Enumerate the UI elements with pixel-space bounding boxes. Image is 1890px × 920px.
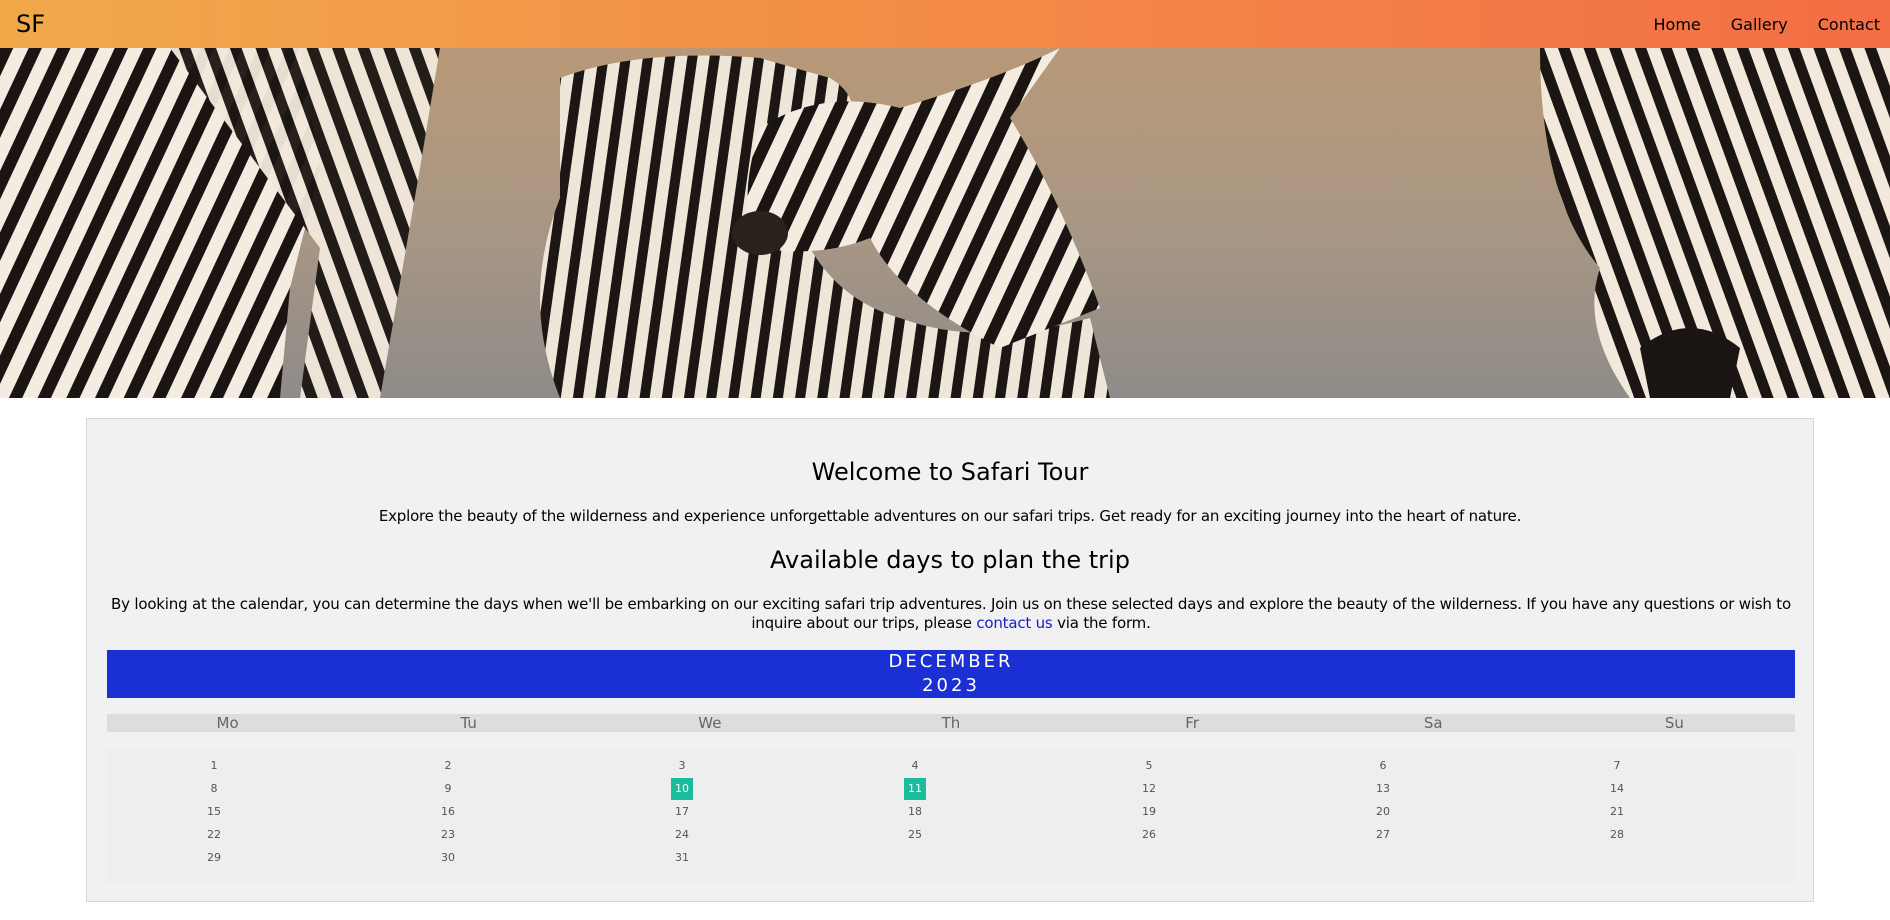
weekday-th: Th bbox=[941, 714, 961, 732]
calendar-day[interactable]: 2 bbox=[437, 755, 459, 777]
paragraph-text-before: By looking at the calendar, you can dete… bbox=[111, 595, 1791, 632]
calendar-year: 2023 bbox=[922, 675, 980, 696]
calendar-day[interactable]: 7 bbox=[1606, 755, 1628, 777]
main-nav: Home Gallery Contact bbox=[1624, 0, 1880, 48]
calendar-day[interactable]: 26 bbox=[1138, 824, 1160, 846]
calendar-day[interactable]: 13 bbox=[1372, 778, 1394, 800]
calendar-month: DECEMBER bbox=[888, 651, 1014, 672]
calendar-day[interactable]: 5 bbox=[1138, 755, 1160, 777]
weekday-mo: Mo bbox=[216, 714, 239, 732]
calendar-day[interactable]: 27 bbox=[1372, 824, 1394, 846]
calendar-day[interactable]: 18 bbox=[904, 801, 926, 823]
calendar-day[interactable]: 14 bbox=[1606, 778, 1628, 800]
calendar-day[interactable]: 23 bbox=[437, 824, 459, 846]
calendar-day[interactable]: 17 bbox=[671, 801, 693, 823]
hero-image bbox=[0, 48, 1890, 398]
calendar-month-header: DECEMBER 2023 bbox=[107, 650, 1795, 698]
calendar-day[interactable]: 1 bbox=[203, 755, 225, 777]
available-days-heading: Available days to plan the trip bbox=[770, 546, 1130, 574]
calendar-day[interactable]: 6 bbox=[1372, 755, 1394, 777]
calendar-day[interactable]: 28 bbox=[1606, 824, 1628, 846]
nav-link-home[interactable]: Home bbox=[1654, 15, 1701, 34]
calendar-day[interactable]: 31 bbox=[671, 847, 693, 869]
welcome-heading: Welcome to Safari Tour bbox=[811, 458, 1089, 486]
calendar-day[interactable]: 15 bbox=[203, 801, 225, 823]
calendar-day[interactable]: 4 bbox=[904, 755, 926, 777]
calendar-day[interactable]: 30 bbox=[437, 847, 459, 869]
calendar-day[interactable]: 8 bbox=[203, 778, 225, 800]
calendar-day[interactable]: 24 bbox=[671, 824, 693, 846]
calendar-day[interactable]: 9 bbox=[437, 778, 459, 800]
weekday-sa: Sa bbox=[1423, 714, 1443, 732]
calendar-day-active[interactable]: 10 bbox=[671, 778, 693, 800]
calendar-day[interactable]: 22 bbox=[203, 824, 225, 846]
weekday-fr: Fr bbox=[1185, 714, 1199, 732]
calendar-day[interactable]: 29 bbox=[203, 847, 225, 869]
calendar-day[interactable]: 19 bbox=[1138, 801, 1160, 823]
nav-link-gallery[interactable]: Gallery bbox=[1731, 15, 1788, 34]
calendar-day[interactable]: 12 bbox=[1138, 778, 1160, 800]
zebras-illustration bbox=[0, 48, 1890, 398]
available-days-paragraph: By looking at the calendar, you can dete… bbox=[107, 595, 1795, 633]
weekday-we: We bbox=[698, 714, 722, 732]
site-logo[interactable]: SF bbox=[16, 10, 45, 38]
content-card: Welcome to Safari Tour Explore the beaut… bbox=[86, 418, 1814, 902]
calendar-day[interactable]: 16 bbox=[437, 801, 459, 823]
calendar-days-grid: 1 2 3 4 5 6 7 8 9 10 11 12 13 14 15 16 17 18 19 20 21 22 23 24 2… bbox=[107, 749, 1795, 883]
calendar-day[interactable]: 20 bbox=[1372, 801, 1394, 823]
calendar-day[interactable]: 3 bbox=[671, 755, 693, 777]
calendar-day[interactable]: 21 bbox=[1606, 801, 1628, 823]
nav-link-contact[interactable]: Contact bbox=[1818, 15, 1880, 34]
calendar-day-active[interactable]: 11 bbox=[904, 778, 926, 800]
calendar-day[interactable]: 25 bbox=[904, 824, 926, 846]
paragraph-text-after: via the form. bbox=[1052, 614, 1151, 632]
weekday-tu: Tu bbox=[460, 714, 477, 732]
contact-us-link[interactable]: contact us bbox=[976, 614, 1052, 632]
welcome-paragraph: Explore the beauty of the wilderness and… bbox=[378, 507, 1522, 525]
weekday-su: Su bbox=[1664, 714, 1684, 732]
calendar-weekdays: Mo Tu We Th Fr Sa Su bbox=[107, 714, 1795, 732]
top-navbar: SF Home Gallery Contact bbox=[0, 0, 1890, 48]
